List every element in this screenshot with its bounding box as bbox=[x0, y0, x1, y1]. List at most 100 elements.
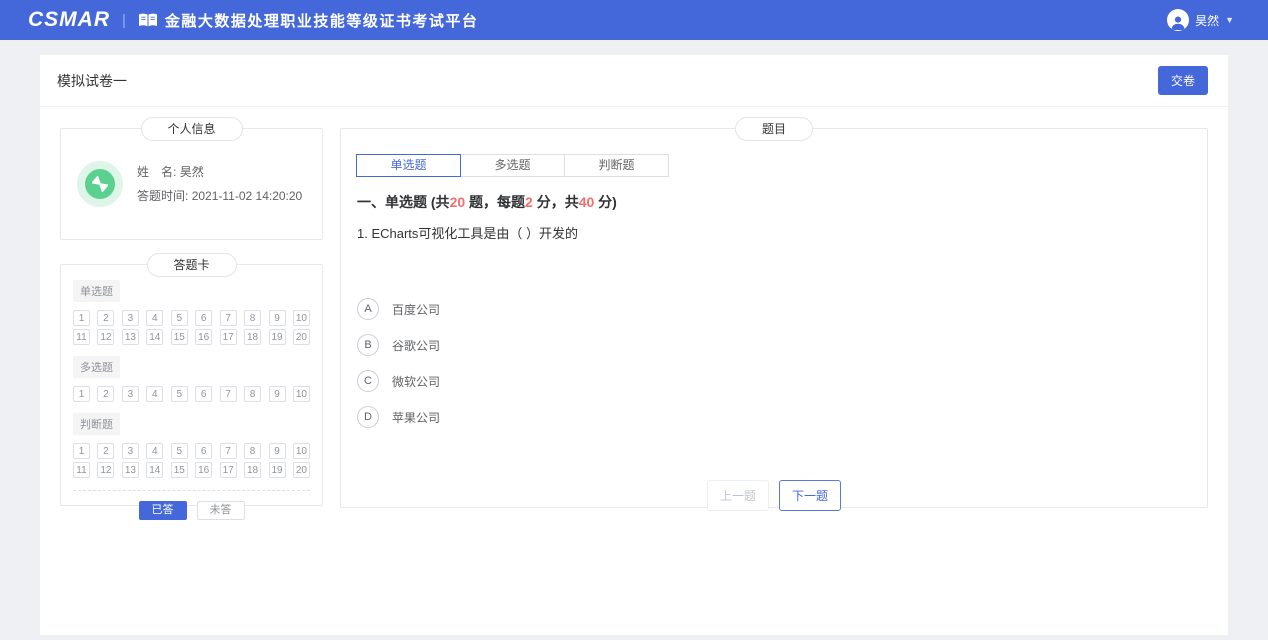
answer-sheet-card-title: 答题卡 bbox=[146, 253, 236, 277]
answer-number-cell[interactable]: 14 bbox=[146, 462, 163, 478]
heading-number: 2 bbox=[525, 194, 533, 210]
answer-number-cell[interactable]: 9 bbox=[269, 443, 286, 459]
option-A[interactable]: A 百度公司 bbox=[357, 298, 440, 320]
section-heading: 一、单选题 (共20 题，每题2 分，共40 分) bbox=[357, 192, 1191, 212]
answer-section-badge: 多选题 bbox=[73, 356, 120, 378]
answer-number-cell[interactable]: 6 bbox=[195, 443, 212, 459]
option-label: 谷歌公司 bbox=[392, 337, 440, 354]
answer-number-cell[interactable]: 20 bbox=[293, 329, 310, 345]
question-panel: 题目 单选题多选题判断题 一、单选题 (共20 题，每题2 分，共40 分) 1… bbox=[340, 128, 1208, 508]
answer-number-cell[interactable]: 2 bbox=[97, 386, 114, 402]
answer-number-cell[interactable]: 1 bbox=[73, 310, 90, 326]
student-name-value: 昊然 bbox=[180, 165, 204, 179]
option-D[interactable]: D 苹果公司 bbox=[357, 406, 440, 428]
answer-number-cell[interactable]: 5 bbox=[171, 443, 188, 459]
answer-number-cell[interactable]: 4 bbox=[146, 386, 163, 402]
option-C[interactable]: C 微软公司 bbox=[357, 370, 440, 392]
answer-number-cell[interactable]: 9 bbox=[269, 310, 286, 326]
book-icon bbox=[138, 13, 158, 28]
answer-number-cell[interactable]: 17 bbox=[220, 329, 237, 345]
answer-number-cell[interactable]: 6 bbox=[195, 386, 212, 402]
previous-question-button[interactable]: 上一题 bbox=[707, 480, 769, 511]
answer-number-cell[interactable]: 19 bbox=[269, 329, 286, 345]
answer-legend: 已答 未答 bbox=[73, 491, 310, 530]
answer-number-cell[interactable]: 10 bbox=[293, 443, 310, 459]
answer-number-cell[interactable]: 12 bbox=[97, 329, 114, 345]
answer-number-cell[interactable]: 1 bbox=[73, 386, 90, 402]
personal-info-card: 个人信息 姓 名: 昊然 bbox=[60, 128, 323, 240]
answer-number-cell[interactable]: 10 bbox=[293, 310, 310, 326]
option-B[interactable]: B 谷歌公司 bbox=[357, 334, 440, 356]
answer-number-cell[interactable]: 5 bbox=[171, 386, 188, 402]
option-radio-A[interactable]: A bbox=[357, 298, 379, 320]
answer-number-cell[interactable]: 17 bbox=[220, 462, 237, 478]
answer-number-cell[interactable]: 16 bbox=[195, 329, 212, 345]
answer-number-cell[interactable]: 3 bbox=[122, 310, 139, 326]
answer-number-cell[interactable]: 1 bbox=[73, 443, 90, 459]
heading-text: 分) bbox=[594, 194, 617, 210]
exam-title-bar: 模拟试卷一 交卷 bbox=[40, 55, 1228, 107]
student-name-label: 姓 名: bbox=[137, 165, 176, 179]
answer-section-badge: 单选题 bbox=[73, 280, 120, 302]
heading-number: 20 bbox=[450, 194, 466, 210]
option-label: 微软公司 bbox=[392, 373, 440, 390]
answer-number-cell[interactable]: 8 bbox=[244, 310, 261, 326]
next-question-button[interactable]: 下一题 bbox=[779, 480, 841, 511]
answer-number-cell[interactable]: 11 bbox=[73, 462, 90, 478]
user-menu[interactable]: 昊然 ▼ bbox=[1167, 9, 1234, 31]
answer-number-cell[interactable]: 15 bbox=[171, 329, 188, 345]
answer-number-cell[interactable]: 8 bbox=[244, 386, 261, 402]
answer-section-判断题: 判断题1234567891011121314151617181920 bbox=[73, 411, 310, 478]
answer-number-cell[interactable]: 4 bbox=[146, 310, 163, 326]
options-list: A 百度公司 B 谷歌公司 C 微软公司 D 苹果公司 bbox=[357, 298, 1191, 428]
answer-number-cell[interactable]: 15 bbox=[171, 462, 188, 478]
answer-number-cell[interactable]: 3 bbox=[122, 386, 139, 402]
answer-number-cell[interactable]: 7 bbox=[220, 386, 237, 402]
tab-多选题[interactable]: 多选题 bbox=[460, 154, 565, 177]
heading-text: 一、单选题 (共 bbox=[357, 194, 450, 210]
answer-number-grid: 1234567891011121314151617181920 bbox=[73, 310, 310, 345]
answer-number-cell[interactable]: 2 bbox=[97, 310, 114, 326]
tab-单选题[interactable]: 单选题 bbox=[356, 154, 461, 177]
submit-exam-button[interactable]: 交卷 bbox=[1158, 66, 1208, 95]
personal-info-lines: 姓 名: 昊然 答题时间: 2021-11-02 14:20:20 bbox=[137, 160, 302, 208]
answer-number-cell[interactable]: 13 bbox=[122, 462, 139, 478]
answer-number-cell[interactable]: 5 bbox=[171, 310, 188, 326]
answer-number-cell[interactable]: 4 bbox=[146, 443, 163, 459]
answer-section-单选题: 单选题1234567891011121314151617181920 bbox=[73, 278, 310, 345]
answer-number-cell[interactable]: 19 bbox=[269, 462, 286, 478]
answer-number-cell[interactable]: 16 bbox=[195, 462, 212, 478]
answer-number-cell[interactable]: 18 bbox=[244, 462, 261, 478]
answer-sheet-sections: 单选题1234567891011121314151617181920多选题123… bbox=[73, 278, 310, 478]
answer-number-cell[interactable]: 14 bbox=[146, 329, 163, 345]
personal-info-card-title: 个人信息 bbox=[140, 117, 242, 141]
option-radio-D[interactable]: D bbox=[357, 406, 379, 428]
answer-number-cell[interactable]: 2 bbox=[97, 443, 114, 459]
answer-number-cell[interactable]: 11 bbox=[73, 329, 90, 345]
answer-number-cell[interactable]: 7 bbox=[220, 310, 237, 326]
heading-number: 40 bbox=[579, 194, 595, 210]
answer-number-cell[interactable]: 6 bbox=[195, 310, 212, 326]
answer-number-cell[interactable]: 10 bbox=[293, 386, 310, 402]
answer-number-cell[interactable]: 20 bbox=[293, 462, 310, 478]
chevron-down-icon: ▼ bbox=[1225, 15, 1234, 25]
student-name-row: 姓 名: 昊然 bbox=[137, 160, 302, 184]
option-radio-C[interactable]: C bbox=[357, 370, 379, 392]
answer-number-cell[interactable]: 9 bbox=[269, 386, 286, 402]
answer-number-cell[interactable]: 12 bbox=[97, 462, 114, 478]
answer-number-cell[interactable]: 8 bbox=[244, 443, 261, 459]
option-label: 苹果公司 bbox=[392, 409, 440, 426]
user-avatar-icon bbox=[1167, 9, 1189, 31]
answer-number-cell[interactable]: 18 bbox=[244, 329, 261, 345]
answer-number-cell[interactable]: 13 bbox=[122, 329, 139, 345]
tab-判断题[interactable]: 判断题 bbox=[564, 154, 669, 177]
student-avatar-icon bbox=[77, 161, 123, 207]
question-text: 1. ECharts可视化工具是由（ ）开发的 bbox=[357, 223, 1191, 242]
option-label: 百度公司 bbox=[392, 301, 440, 318]
answer-sheet-card: 答题卡 单选题1234567891011121314151617181920多选… bbox=[60, 264, 323, 506]
student-avatar-inner-icon bbox=[85, 169, 115, 199]
answer-time-label: 答题时间: bbox=[137, 189, 188, 203]
answer-number-cell[interactable]: 3 bbox=[122, 443, 139, 459]
option-radio-B[interactable]: B bbox=[357, 334, 379, 356]
answer-number-cell[interactable]: 7 bbox=[220, 443, 237, 459]
